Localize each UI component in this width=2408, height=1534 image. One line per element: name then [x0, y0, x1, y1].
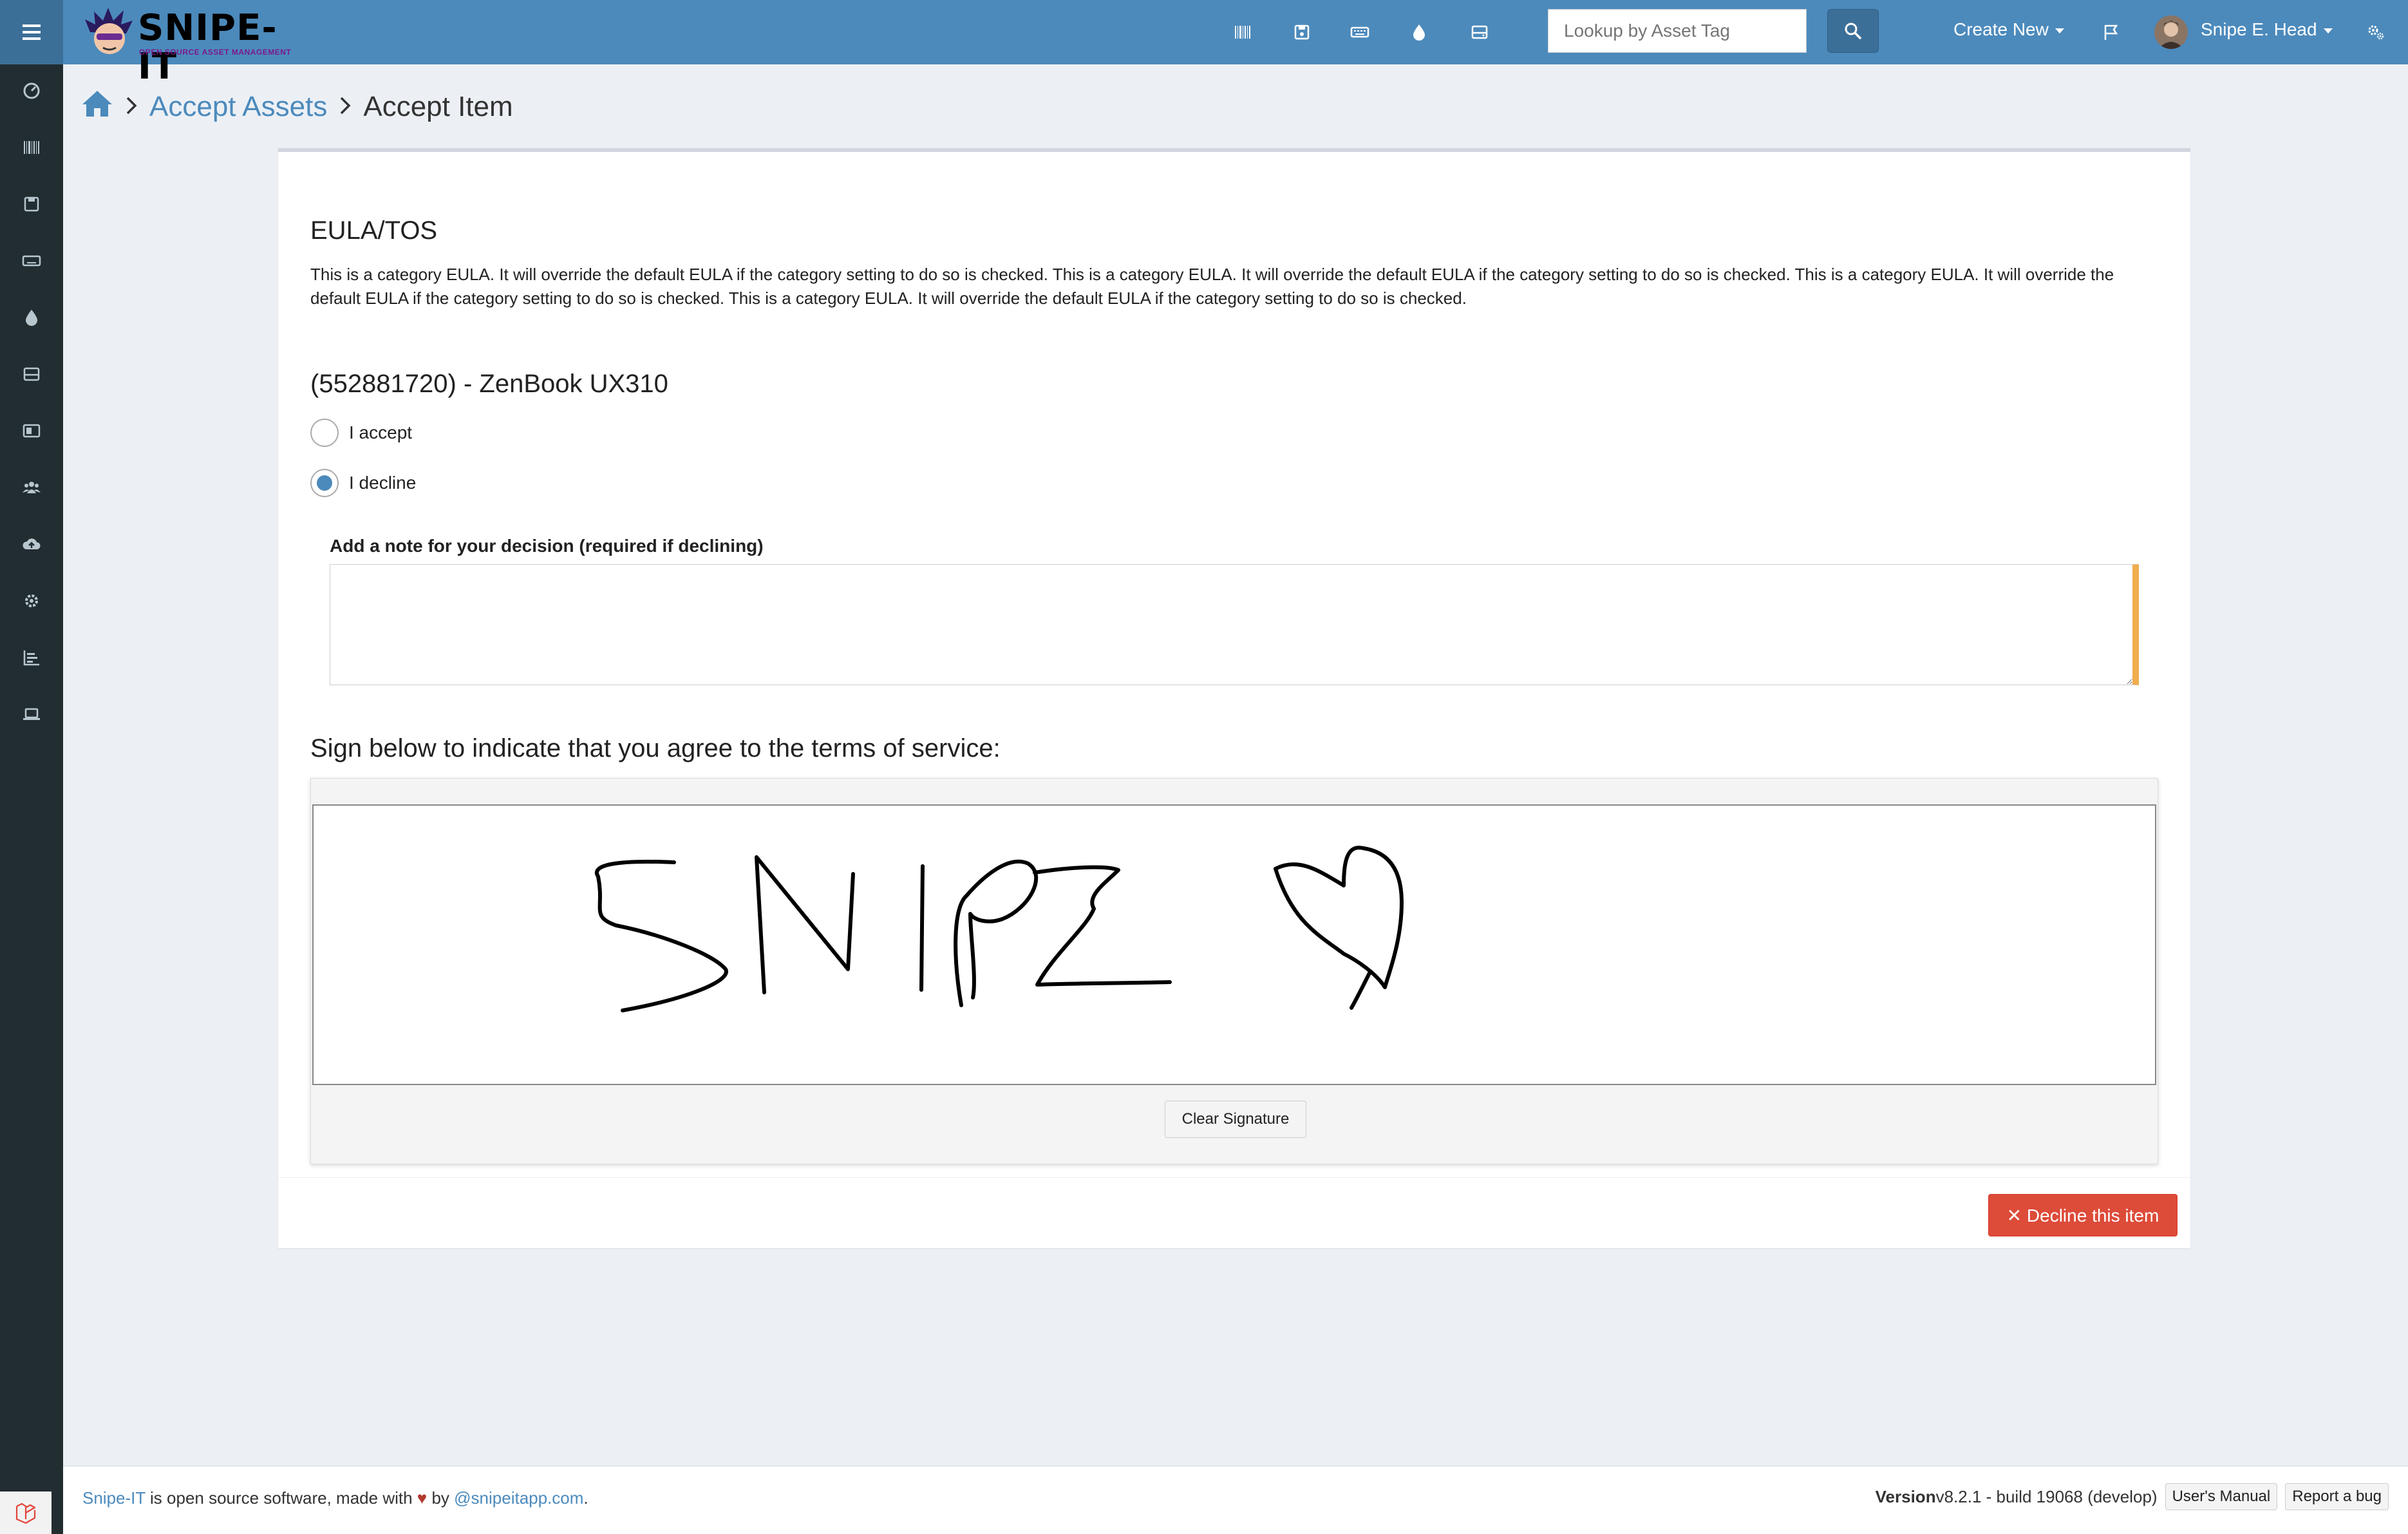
accept-radio-label: I accept: [349, 422, 413, 442]
nav-licenses-button[interactable]: [1288, 18, 1316, 46]
sidebar-item-assets[interactable]: [15, 131, 48, 164]
dashboard-icon: [23, 82, 40, 99]
decline-radio[interactable]: [310, 469, 339, 497]
sidebar-item-import[interactable]: [15, 528, 48, 560]
signature-canvas[interactable]: [312, 804, 2156, 1085]
search-icon: [1845, 23, 1861, 39]
accept-radio[interactable]: [310, 419, 339, 447]
users-manual-button[interactable]: User's Manual: [2165, 1483, 2278, 1510]
top-navbar: SNIPE-IT OPEN SOURCE ASSET MANAGEMENT Cr…: [0, 0, 2408, 86]
chevron-right-icon: [125, 93, 138, 122]
avatar[interactable]: [2154, 15, 2188, 49]
save-icon: [24, 196, 39, 212]
eula-heading: EULA/TOS: [310, 216, 438, 245]
sidebar-item-people[interactable]: [15, 471, 48, 504]
chevron-down-icon: [2323, 28, 2333, 33]
logo-mascot-icon: [85, 8, 133, 54]
user-avatar-image: [2154, 15, 2188, 49]
search-button[interactable]: [1827, 9, 1879, 53]
sidebar-item-requestable[interactable]: [15, 698, 48, 730]
sidebar-item-licenses[interactable]: [15, 188, 48, 220]
heart-icon: ♥: [417, 1488, 428, 1508]
breadcrumb: Accept Assets Accept Item: [81, 88, 513, 126]
nav-components-button[interactable]: [1465, 18, 1494, 46]
clear-signature-button[interactable]: Clear Signature: [1165, 1101, 1306, 1138]
asset-tag-search-input[interactable]: [1548, 9, 1807, 53]
decline-radio-label: I decline: [349, 473, 417, 493]
snipeitapp-link[interactable]: @snipeitapp.com: [454, 1488, 583, 1508]
sidebar-toggle-button[interactable]: [0, 0, 63, 64]
sidebar-item-reports[interactable]: [15, 641, 48, 674]
keyboard-icon: [22, 255, 41, 267]
alerts-button[interactable]: [2098, 18, 2123, 46]
keyboard-icon: [1350, 26, 1369, 38]
reports-icon: [23, 650, 39, 666]
sidebar-item-settings[interactable]: [15, 585, 48, 617]
cogs-icon: [2368, 25, 2384, 40]
create-new-label: Create New: [1953, 19, 2049, 39]
footer-text-end: .: [583, 1488, 588, 1508]
laravel-icon: [15, 1502, 36, 1524]
nav-assets-button[interactable]: [1228, 18, 1257, 46]
chevron-right-icon: [339, 93, 352, 122]
debugbar-toggle[interactable]: [0, 1491, 52, 1534]
sidebar-item-predefined-kits[interactable]: [15, 415, 48, 447]
cloud-upload-icon: [23, 538, 41, 549]
barcode-icon: [1235, 26, 1250, 39]
panel-footer-divider: [278, 1177, 2190, 1178]
save-icon: [1294, 24, 1310, 40]
signature-pad-wrapper: Clear Signature: [310, 778, 2158, 1164]
eula-text: This is a category EULA. It will overrid…: [310, 265, 2114, 308]
version-value: v8.2.1 - build 19068 (develop): [1935, 1486, 2158, 1506]
footer-credits: Snipe-IT is open source software, made w…: [82, 1488, 588, 1508]
footer-text-by: by: [427, 1488, 455, 1508]
hdd-icon: [23, 367, 40, 381]
page-footer: Snipe-IT is open source software, made w…: [63, 1466, 2408, 1534]
home-icon: [82, 90, 112, 117]
users-icon: [23, 482, 41, 493]
signature-drawing: [595, 846, 1404, 1012]
hdd-icon: [1471, 25, 1488, 39]
admin-settings-button[interactable]: [2362, 18, 2390, 46]
snipeit-link[interactable]: Snipe-IT: [82, 1488, 146, 1508]
note-label: Add a note for your decision (required i…: [330, 536, 764, 556]
sidebar-item-accessories[interactable]: [15, 245, 48, 277]
gear-icon: [25, 594, 38, 607]
sidebar-item-dashboard[interactable]: [15, 75, 48, 107]
accept-item-panel: EULA/TOS This is a category EULA. It wil…: [278, 148, 2190, 1248]
sidebar-item-components[interactable]: [15, 358, 48, 390]
app-logo[interactable]: SNIPE-IT OPEN SOURCE ASSET MANAGEMENT: [84, 4, 315, 86]
breadcrumb-home-link[interactable]: [81, 89, 113, 126]
create-new-dropdown[interactable]: Create New: [1953, 19, 2064, 40]
nav-accessories-button[interactable]: [1346, 18, 1374, 46]
user-menu-dropdown[interactable]: Snipe E. Head: [2201, 19, 2333, 40]
signature-prompt: Sign below to indicate that you agree to…: [310, 734, 1001, 762]
radio-selected-dot: [317, 475, 332, 491]
chevron-down-icon: [2055, 28, 2064, 33]
breadcrumb-accept-assets-link[interactable]: Accept Assets: [149, 91, 327, 123]
nav-consumables-button[interactable]: [1405, 18, 1433, 46]
license-icon: [23, 424, 41, 438]
version-label: Version: [1875, 1486, 1936, 1506]
page-title: Accept Item: [363, 91, 513, 122]
footer-version: Version v8.2.1 - build 19068 (develop) U…: [1876, 1483, 2389, 1510]
user-name-label: Snipe E. Head: [2201, 19, 2317, 39]
app-tagline: OPEN SOURCE ASSET MANAGEMENT: [139, 48, 292, 57]
tint-icon: [26, 310, 37, 326]
accept-radio-option[interactable]: I accept: [310, 419, 412, 447]
flag-icon: [2104, 24, 2118, 40]
footer-text-mid: is open source software, made with: [145, 1488, 417, 1508]
asset-title: (552881720) - ZenBook UX310: [310, 370, 668, 398]
tint-icon: [1413, 24, 1425, 41]
barcode-icon: [24, 141, 39, 154]
decline-radio-option[interactable]: I decline: [310, 469, 416, 497]
laptop-icon: [23, 708, 40, 720]
hamburger-icon: [23, 24, 41, 40]
sidebar: [0, 64, 63, 1534]
report-bug-button[interactable]: Report a bug: [2285, 1483, 2389, 1510]
decision-note-textarea[interactable]: [330, 564, 2139, 685]
decline-item-button[interactable]: ✕ Decline this item: [1988, 1194, 2178, 1236]
sidebar-item-consumables[interactable]: [15, 301, 48, 334]
